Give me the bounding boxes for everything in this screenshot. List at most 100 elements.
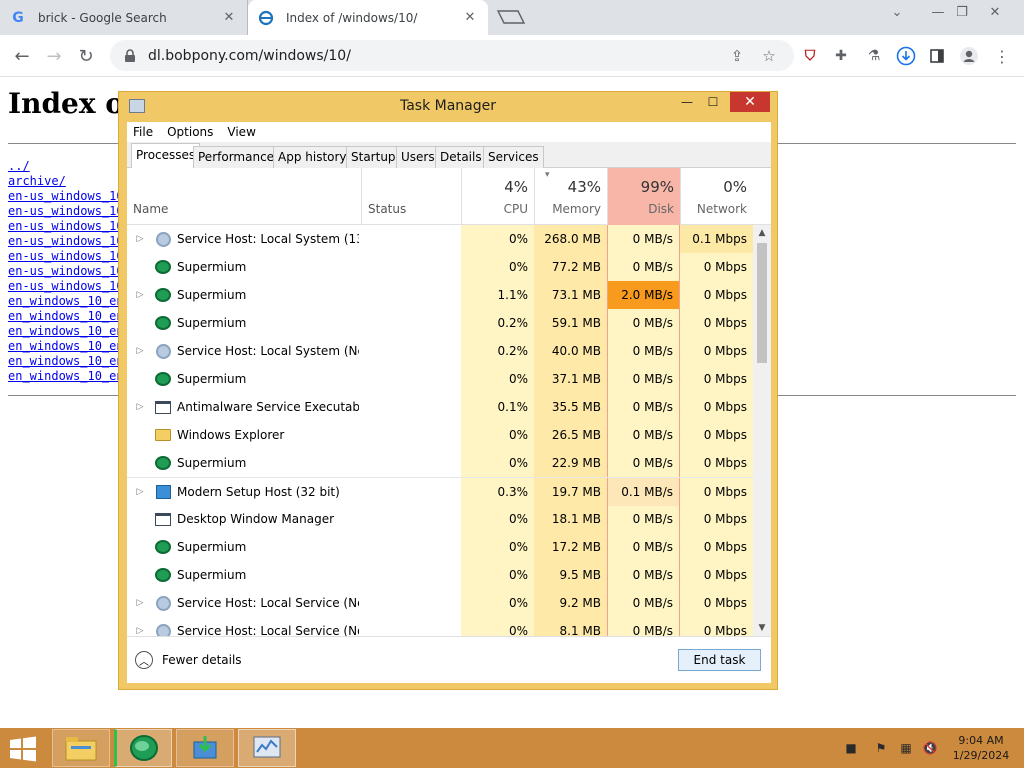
tab-details[interactable]: Details bbox=[435, 146, 487, 168]
column-cpu[interactable]: 4% CPU bbox=[461, 168, 534, 225]
process-row[interactable]: ▷ Modern Setup Host (32 bit) 0.3% 19.7 MB 0.… bbox=[127, 477, 753, 506]
process-network: 0 Mbps bbox=[680, 393, 753, 421]
listing-link[interactable]: en-us_windows_10 bbox=[8, 279, 124, 294]
process-row[interactable]: Supermium 0% 37.1 MB 0 MB/s 0 Mbps bbox=[127, 365, 753, 393]
new-tab-button[interactable] bbox=[496, 9, 526, 25]
expand-chevron-icon[interactable]: ▷ bbox=[135, 225, 145, 253]
tab-services[interactable]: Services bbox=[483, 146, 544, 168]
download-icon[interactable] bbox=[895, 45, 917, 67]
listing-link[interactable]: ../ bbox=[8, 159, 124, 174]
listing-link[interactable]: en_windows_10_en bbox=[8, 309, 124, 324]
expand-chevron-icon[interactable]: ▷ bbox=[135, 589, 145, 617]
taskbar-clock[interactable]: 9:04 AM 1/29/2024 bbox=[948, 733, 1014, 763]
kebab-menu-icon[interactable]: ⋮ bbox=[991, 45, 1013, 67]
column-disk[interactable]: 99% Disk bbox=[607, 168, 680, 225]
lab-flask-icon[interactable]: ⚗ bbox=[863, 45, 885, 67]
reload-button[interactable]: ↻ bbox=[72, 43, 100, 69]
task-manager-titlebar[interactable]: Task Manager — ☐ ✕ bbox=[119, 92, 777, 122]
process-row[interactable]: ▷ Service Host: Local System (13) 0% 268.0 … bbox=[127, 225, 753, 253]
listing-link[interactable]: en-us_windows_10 bbox=[8, 264, 124, 279]
window-close-icon[interactable]: ✕ bbox=[978, 0, 1012, 25]
chevron-down-icon[interactable]: ⌄ bbox=[880, 0, 914, 25]
listing-link[interactable]: en-us_windows_10 bbox=[8, 234, 124, 249]
tab-users[interactable]: Users bbox=[396, 146, 440, 168]
close-button[interactable]: ✕ bbox=[730, 92, 770, 112]
process-row[interactable]: Desktop Window Manager 0% 18.1 MB 0 MB/s 0 M… bbox=[127, 505, 753, 533]
menu-file[interactable]: File bbox=[133, 125, 153, 139]
profile-avatar-icon[interactable] bbox=[958, 45, 980, 67]
listing-link[interactable]: en-us_windows_10 bbox=[8, 189, 124, 204]
process-row[interactable]: ▷ Supermium 1.1% 73.1 MB 2.0 MB/s 0 Mbps bbox=[127, 281, 753, 309]
tray-square-icon[interactable]: ■ bbox=[843, 740, 859, 756]
listing-link[interactable]: en_windows_10_en bbox=[8, 294, 124, 309]
bookmark-star-icon[interactable]: ☆ bbox=[754, 40, 784, 71]
tab-google-search[interactable]: G brick - Google Search ✕ bbox=[0, 0, 248, 35]
process-row[interactable]: Supermium 0% 77.2 MB 0 MB/s 0 Mbps bbox=[127, 253, 753, 281]
column-name[interactable]: Name bbox=[127, 168, 361, 225]
menu-view[interactable]: View bbox=[227, 125, 255, 139]
column-status[interactable]: Status bbox=[361, 168, 461, 225]
process-row[interactable]: ▷ Service Host: Local Service (Net... 0%9.… bbox=[127, 589, 753, 617]
process-row[interactable]: ▷ Service Host: Local Service (No ... 0%8.… bbox=[127, 617, 753, 636]
process-cpu: 0% bbox=[461, 449, 534, 477]
process-row[interactable]: Supermium 0% 17.2 MB 0 MB/s 0 Mbps bbox=[127, 533, 753, 561]
process-row[interactable]: Supermium 0% 9.5 MB 0 MB/s 0 Mbps bbox=[127, 561, 753, 589]
listing-link[interactable]: en_windows_10_en bbox=[8, 324, 124, 339]
tab-app-history[interactable]: App history bbox=[273, 146, 352, 168]
listing-link[interactable]: en-us_windows_10 bbox=[8, 219, 124, 234]
forward-button[interactable]: → bbox=[40, 43, 68, 69]
listing-link[interactable]: en_windows_10_en bbox=[8, 354, 124, 369]
scroll-down-icon[interactable]: ▼ bbox=[753, 620, 771, 636]
process-row[interactable]: Supermium 0% 22.9 MB 0 MB/s 0 Mbps bbox=[127, 449, 753, 477]
listing-link[interactable]: en_windows_10_en bbox=[8, 339, 124, 354]
expand-chevron-icon[interactable]: ▷ bbox=[135, 393, 145, 421]
tab-processes[interactable]: Processes bbox=[131, 143, 201, 169]
listing-link[interactable]: en-us_windows_10 bbox=[8, 249, 124, 264]
clock-date: 1/29/2024 bbox=[952, 749, 1010, 762]
minimize-button[interactable]: — bbox=[674, 92, 700, 112]
network-icon[interactable]: ▦ bbox=[898, 740, 914, 756]
volume-muted-icon[interactable]: 🔇 bbox=[922, 740, 938, 756]
taskbar-file-explorer[interactable] bbox=[52, 729, 110, 767]
process-row[interactable]: ▷ Service Host: Local System (Net... 0.2%4… bbox=[127, 337, 753, 365]
tab-close-icon[interactable]: ✕ bbox=[462, 10, 478, 25]
disk-total: 99% bbox=[640, 178, 674, 196]
end-task-button[interactable]: End task bbox=[678, 649, 761, 671]
expand-chevron-icon[interactable]: ▷ bbox=[135, 281, 145, 309]
fewer-details-button[interactable]: ︿ Fewer details bbox=[135, 651, 242, 669]
tab-performance[interactable]: Performance bbox=[193, 146, 280, 168]
process-disk: 0 MB/s bbox=[607, 589, 680, 617]
scroll-up-icon[interactable]: ▲ bbox=[753, 225, 771, 241]
action-center-flag-icon[interactable]: ⚑ bbox=[873, 740, 889, 756]
process-row[interactable]: ▷ Antimalware Service Executable 0.1% 35.5 … bbox=[127, 393, 753, 421]
listing-link[interactable]: archive/ bbox=[8, 174, 124, 189]
column-network[interactable]: 0% Network bbox=[680, 168, 753, 225]
tab-startup[interactable]: Startup bbox=[346, 146, 401, 168]
share-icon[interactable]: ⇪ bbox=[722, 40, 752, 71]
maximize-button[interactable]: ☐ bbox=[700, 92, 726, 112]
tab-close-icon[interactable]: ✕ bbox=[221, 10, 237, 25]
extensions-puzzle-icon[interactable]: ✚ bbox=[830, 45, 852, 67]
listing-link[interactable]: en-us_windows_10 bbox=[8, 204, 124, 219]
scroll-thumb[interactable] bbox=[757, 243, 767, 363]
taskbar-setup[interactable] bbox=[176, 729, 234, 767]
listing-link[interactable]: en_windows_10_en bbox=[8, 369, 124, 384]
menu-options[interactable]: Options bbox=[167, 125, 213, 139]
side-panel-icon[interactable] bbox=[926, 45, 948, 67]
restore-icon[interactable]: ❐ bbox=[945, 0, 979, 25]
tab-index-of-windows[interactable]: Index of /windows/10/ ✕ bbox=[248, 0, 488, 35]
vertical-scrollbar[interactable]: ▲ ▼ bbox=[753, 225, 771, 636]
taskbar-task-manager[interactable] bbox=[238, 729, 296, 767]
process-row[interactable]: Supermium 0.2% 59.1 MB 0 MB/s 0 Mbps bbox=[127, 309, 753, 337]
column-memory[interactable]: ▾ 43% Memory bbox=[534, 168, 607, 225]
address-bar[interactable]: dl.bobpony.com/windows/10/ ⇪ ☆ bbox=[110, 40, 794, 71]
windows-start-icon[interactable] bbox=[8, 736, 38, 762]
expand-chevron-icon[interactable]: ▷ bbox=[135, 617, 145, 636]
gear-icon bbox=[154, 225, 172, 253]
ublock-origin-icon[interactable]: ⛉ bbox=[799, 45, 821, 67]
taskbar-supermium[interactable] bbox=[114, 729, 172, 767]
back-button[interactable]: ← bbox=[8, 43, 36, 69]
expand-chevron-icon[interactable]: ▷ bbox=[135, 478, 145, 506]
expand-chevron-icon[interactable]: ▷ bbox=[135, 337, 145, 365]
process-row[interactable]: Windows Explorer 0% 26.5 MB 0 MB/s 0 Mbps bbox=[127, 421, 753, 449]
